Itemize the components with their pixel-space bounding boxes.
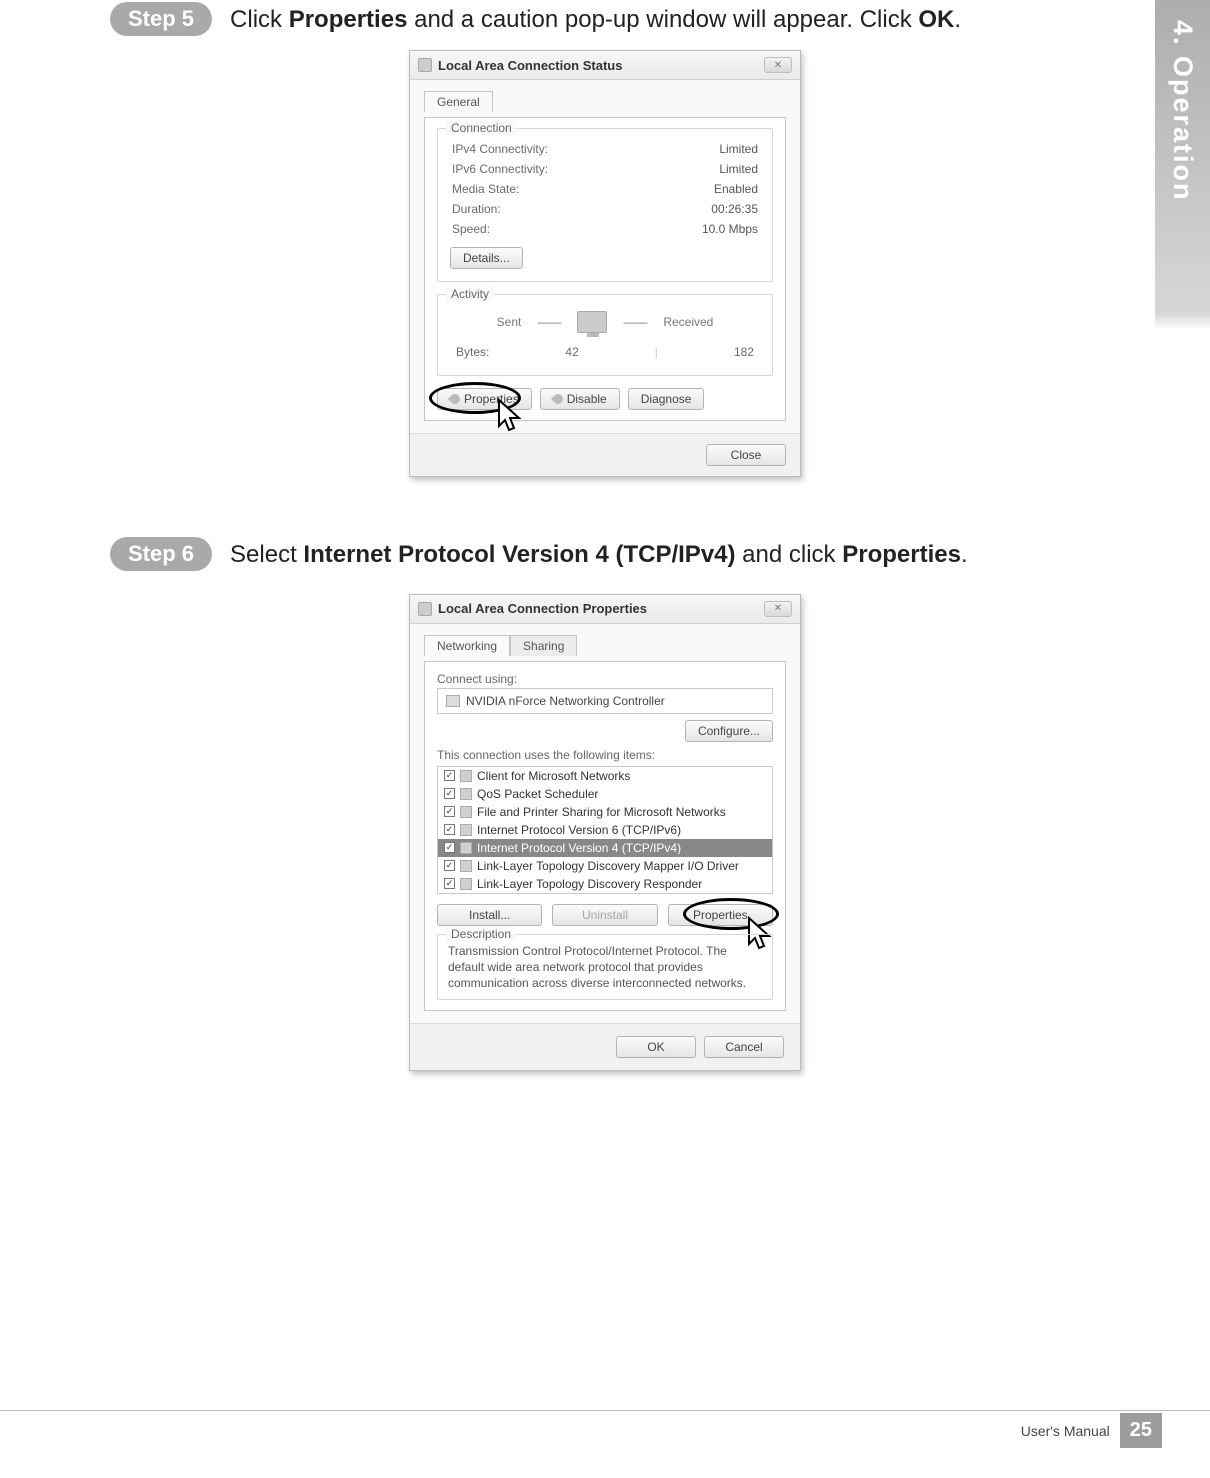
step6-instruction: Select Internet Protocol Version 4 (TCP/…: [230, 539, 968, 571]
media-label: Media State:: [452, 182, 519, 196]
configure-button[interactable]: Configure...: [685, 720, 773, 742]
close-icon[interactable]: ✕: [764, 57, 792, 73]
list-item-selected[interactable]: ✓Internet Protocol Version 4 (TCP/IPv4): [438, 839, 772, 857]
sent-label: Sent: [497, 315, 522, 329]
speed-label: Speed:: [452, 222, 490, 236]
dialog1-title: Local Area Connection Status: [438, 58, 622, 73]
component-icon: [460, 788, 472, 800]
properties-button[interactable]: Properties: [668, 904, 773, 926]
component-icon: [460, 842, 472, 854]
items-label: This connection uses the following items…: [437, 748, 773, 762]
side-chapter-text: 4. Operation: [1167, 20, 1198, 202]
items-listbox[interactable]: ✓Client for Microsoft Networks ✓QoS Pack…: [437, 766, 773, 894]
checkbox-icon[interactable]: ✓: [444, 878, 455, 889]
window-icon: [418, 58, 432, 72]
component-icon: [460, 878, 472, 890]
list-item[interactable]: ✓File and Printer Sharing for Microsoft …: [438, 803, 772, 821]
list-item[interactable]: ✓Internet Protocol Version 6 (TCP/IPv6): [438, 821, 772, 839]
footer-manual-label: User's Manual: [1021, 1423, 1110, 1439]
checkbox-icon[interactable]: ✓: [444, 860, 455, 871]
diagnose-button[interactable]: Diagnose: [628, 388, 705, 410]
dialog2-titlebar: Local Area Connection Properties ✕: [410, 595, 800, 624]
checkbox-icon[interactable]: ✓: [444, 770, 455, 781]
uninstall-button: Uninstall: [552, 904, 657, 926]
adapter-name: NVIDIA nForce Networking Controller: [466, 694, 665, 708]
disable-button[interactable]: Disable: [540, 388, 620, 410]
ipv6-value: Limited: [719, 162, 758, 176]
ok-button[interactable]: OK: [616, 1036, 696, 1058]
component-icon: [460, 824, 472, 836]
component-icon: [460, 770, 472, 782]
footer-page-number: 25: [1120, 1413, 1162, 1448]
dialog2-title: Local Area Connection Properties: [438, 601, 647, 616]
ipv4-label: IPv4 Connectivity:: [452, 142, 548, 156]
description-label: Description: [446, 927, 516, 941]
step5-badge: Step 5: [110, 2, 212, 36]
monitor-icon: [577, 311, 607, 333]
close-icon[interactable]: ✕: [764, 601, 792, 617]
list-item[interactable]: ✓Link-Layer Topology Discovery Responder: [438, 875, 772, 893]
list-item[interactable]: ✓Link-Layer Topology Discovery Mapper I/…: [438, 857, 772, 875]
checkbox-icon[interactable]: ✓: [444, 788, 455, 799]
tab-networking[interactable]: Networking: [424, 635, 510, 656]
bytes-recv: 182: [734, 345, 754, 359]
shield-icon: [448, 392, 462, 406]
window-icon: [418, 602, 432, 616]
checkbox-icon[interactable]: ✓: [444, 806, 455, 817]
page-footer: User's Manual 25: [0, 1410, 1210, 1450]
step5-row: Step 5 Click Properties and a caution po…: [110, 4, 1100, 36]
bytes-sent: 42: [565, 345, 578, 359]
step5-instruction: Click Properties and a caution pop-up wi…: [230, 4, 961, 36]
nic-icon: [446, 695, 460, 707]
speed-value: 10.0 Mbps: [702, 222, 758, 236]
checkbox-icon[interactable]: ✓: [444, 824, 455, 835]
close-button[interactable]: Close: [706, 444, 786, 466]
connect-using-label: Connect using:: [437, 672, 773, 686]
shield-icon: [551, 392, 565, 406]
component-icon: [460, 806, 472, 818]
properties-button[interactable]: Properties: [437, 388, 532, 410]
details-button[interactable]: Details...: [450, 247, 523, 269]
list-item[interactable]: ✓QoS Packet Scheduler: [438, 785, 772, 803]
list-item[interactable]: ✓Client for Microsoft Networks: [438, 767, 772, 785]
install-button[interactable]: Install...: [437, 904, 542, 926]
ipv4-value: Limited: [719, 142, 758, 156]
dialog1-titlebar: Local Area Connection Status ✕: [410, 51, 800, 80]
adapter-field: NVIDIA nForce Networking Controller: [437, 688, 773, 714]
bytes-label: Bytes:: [456, 345, 489, 359]
received-label: Received: [663, 315, 713, 329]
duration-value: 00:26:35: [711, 202, 758, 216]
group-activity-label: Activity: [446, 287, 494, 301]
cancel-button[interactable]: Cancel: [704, 1036, 784, 1058]
step6-badge: Step 6: [110, 537, 212, 571]
description-text: Transmission Control Protocol/Internet P…: [448, 943, 762, 992]
step6-row: Step 6 Select Internet Protocol Version …: [110, 539, 1100, 571]
side-chapter-tab: 4. Operation: [1155, 0, 1210, 330]
duration-label: Duration:: [452, 202, 501, 216]
connection-status-dialog: Local Area Connection Status ✕ General C…: [409, 50, 801, 477]
tab-general[interactable]: General: [424, 91, 493, 112]
tab-sharing[interactable]: Sharing: [510, 635, 577, 656]
group-connection-label: Connection: [446, 121, 517, 135]
component-icon: [460, 860, 472, 872]
media-value: Enabled: [714, 182, 758, 196]
connection-properties-dialog: Local Area Connection Properties ✕ Netwo…: [409, 594, 801, 1072]
checkbox-icon[interactable]: ✓: [444, 842, 455, 853]
ipv6-label: IPv6 Connectivity:: [452, 162, 548, 176]
